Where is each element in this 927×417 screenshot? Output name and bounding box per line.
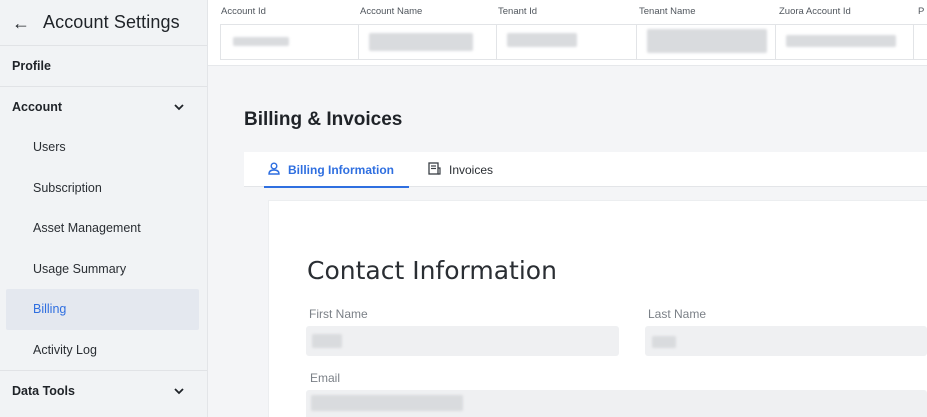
tab-label: Invoices [449, 162, 494, 177]
back-arrow-icon[interactable]: ← [12, 14, 30, 32]
column-header: P [918, 6, 925, 17]
table-cell-redacted [637, 25, 777, 59]
sidebar-item-label: Billing [33, 302, 67, 317]
sidebar-section-label: Data Tools [12, 384, 75, 398]
sidebar-item-label: Asset Management [33, 221, 141, 236]
email-field[interactable] [306, 390, 927, 417]
sidebar-section-account[interactable]: Account [0, 86, 207, 127]
account-table: Account Id Account Name Tenant Id Tenant… [208, 0, 927, 66]
sidebar-item-label: Usage Summary [33, 261, 127, 276]
last-name-field[interactable] [645, 326, 927, 356]
invoice-icon [428, 161, 441, 178]
tab-label: Billing Information [288, 162, 394, 177]
sidebar-item-label: Users [33, 140, 66, 155]
sidebar-item-asset-management[interactable]: Asset Management [0, 208, 207, 249]
last-name-label: Last Name [648, 307, 707, 321]
sidebar-item-subscription[interactable]: Subscription [0, 168, 207, 209]
sidebar-section-profile[interactable]: Profile [0, 45, 207, 86]
sidebar-item-billing[interactable]: Billing [6, 289, 199, 330]
email-label: Email [310, 371, 341, 385]
sidebar-item-usage-summary[interactable]: Usage Summary [0, 249, 207, 290]
table-cell-redacted [497, 25, 637, 59]
tab-bar: Billing Information Invoices [244, 152, 927, 188]
sidebar-item-label: Subscription [33, 180, 102, 195]
user-icon [268, 162, 280, 178]
column-header: Account Id [221, 6, 266, 17]
sidebar-section-data-tools[interactable]: Data Tools [0, 370, 207, 411]
column-header: Zuora Account Id [779, 6, 851, 17]
sidebar-section-label: Account [12, 100, 62, 114]
first-name-label: First Name [309, 307, 368, 321]
chevron-down-icon[interactable] [173, 101, 185, 113]
chevron-down-icon[interactable] [173, 385, 185, 397]
sidebar-item-users[interactable]: Users [0, 127, 207, 168]
tab-billing-information[interactable]: Billing Information [264, 152, 409, 188]
sidebar-section-label: Profile [12, 59, 51, 73]
tab-invoices[interactable]: Invoices [428, 152, 493, 187]
sidebar-item-activity-log[interactable]: Activity Log [0, 330, 207, 371]
column-header: Tenant Name [639, 6, 696, 17]
first-name-field[interactable] [306, 326, 619, 356]
sidebar: ← Account Settings Profile Account Users… [0, 0, 208, 417]
table-cell-redacted [359, 25, 498, 59]
table-cell-redacted [221, 25, 359, 59]
table-row [220, 24, 927, 60]
section-title: Contact Information [307, 256, 557, 285]
table-cell-redacted [914, 25, 927, 59]
sidebar-item-label: Activity Log [33, 342, 97, 357]
page-title: Billing & Invoices [244, 109, 403, 130]
column-header: Account Name [360, 6, 423, 17]
column-header: Tenant Id [498, 6, 538, 17]
sidebar-header: ← Account Settings [0, 0, 207, 45]
table-cell-redacted [776, 25, 915, 59]
sidebar-title: Account Settings [43, 12, 180, 32]
